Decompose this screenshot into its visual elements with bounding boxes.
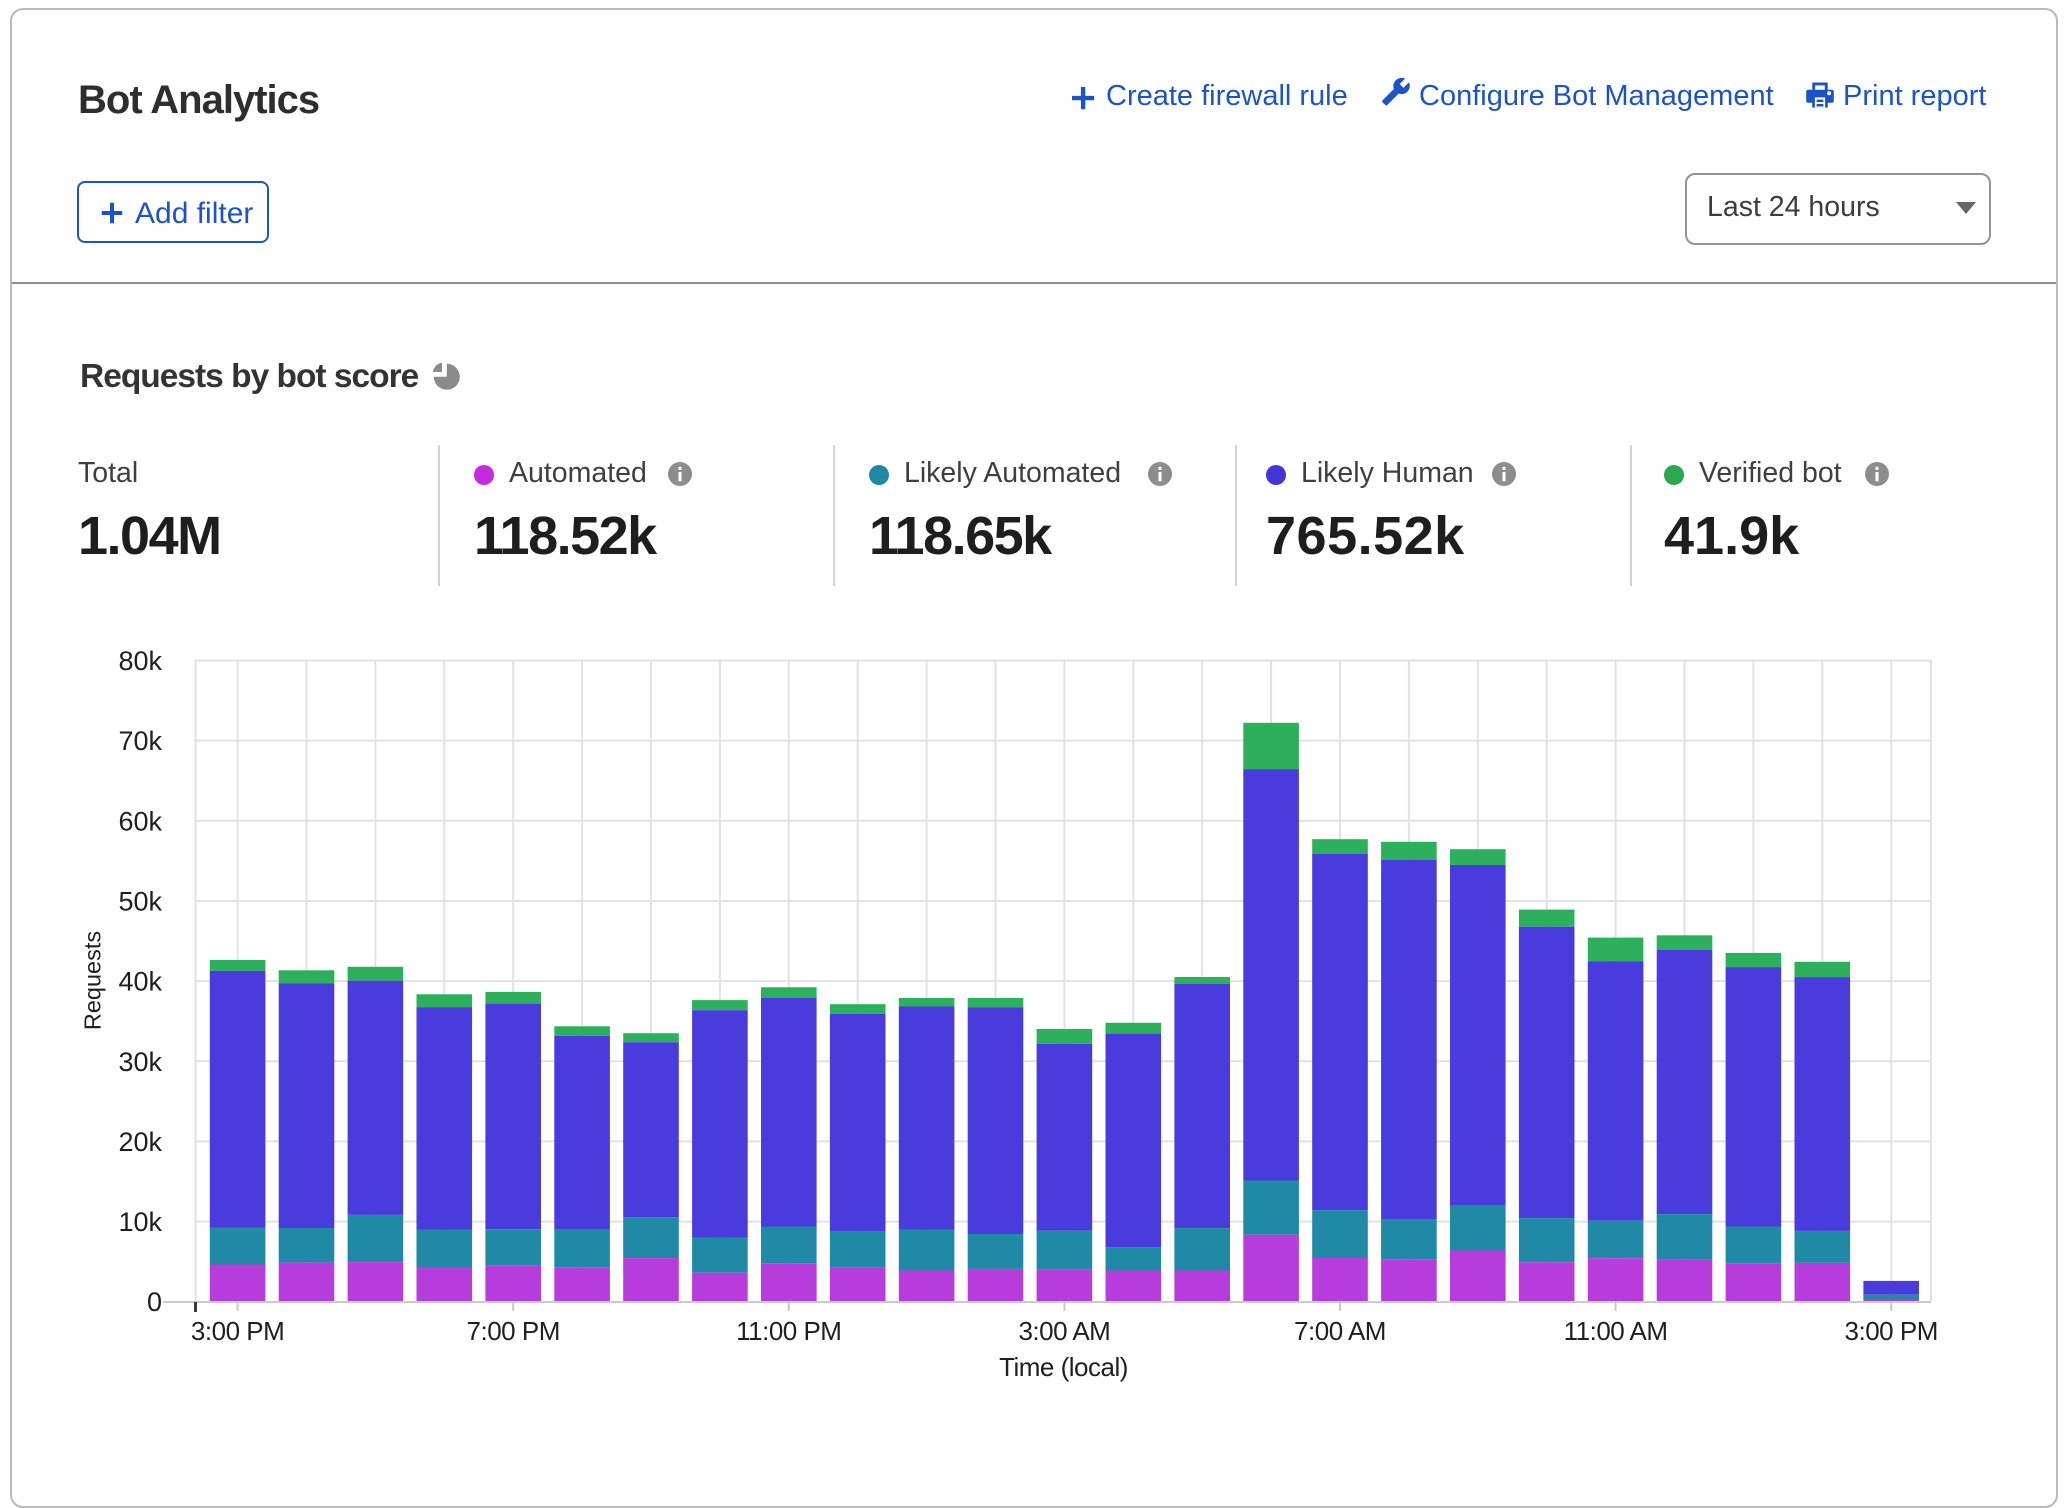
svg-text:20k: 20k <box>118 1127 162 1157</box>
svg-text:40k: 40k <box>118 967 162 997</box>
svg-text:Time (local): Time (local) <box>999 1352 1128 1382</box>
svg-text:3:00 PM: 3:00 PM <box>1845 1316 1938 1346</box>
svg-text:7:00 AM: 7:00 AM <box>1294 1316 1386 1346</box>
svg-text:11:00 PM: 11:00 PM <box>736 1316 841 1346</box>
svg-text:0: 0 <box>147 1287 162 1317</box>
svg-text:3:00 PM: 3:00 PM <box>191 1316 284 1346</box>
svg-text:60k: 60k <box>118 806 162 836</box>
svg-text:70k: 70k <box>118 726 162 756</box>
svg-text:11:00 AM: 11:00 AM <box>1564 1316 1668 1346</box>
svg-text:30k: 30k <box>118 1047 162 1077</box>
svg-text:80k: 80k <box>118 646 162 676</box>
svg-text:50k: 50k <box>118 887 162 917</box>
svg-text:3:00 AM: 3:00 AM <box>1018 1316 1110 1346</box>
svg-text:10k: 10k <box>118 1207 162 1237</box>
svg-text:Requests: Requests <box>80 931 106 1030</box>
svg-text:7:00 PM: 7:00 PM <box>467 1316 560 1346</box>
